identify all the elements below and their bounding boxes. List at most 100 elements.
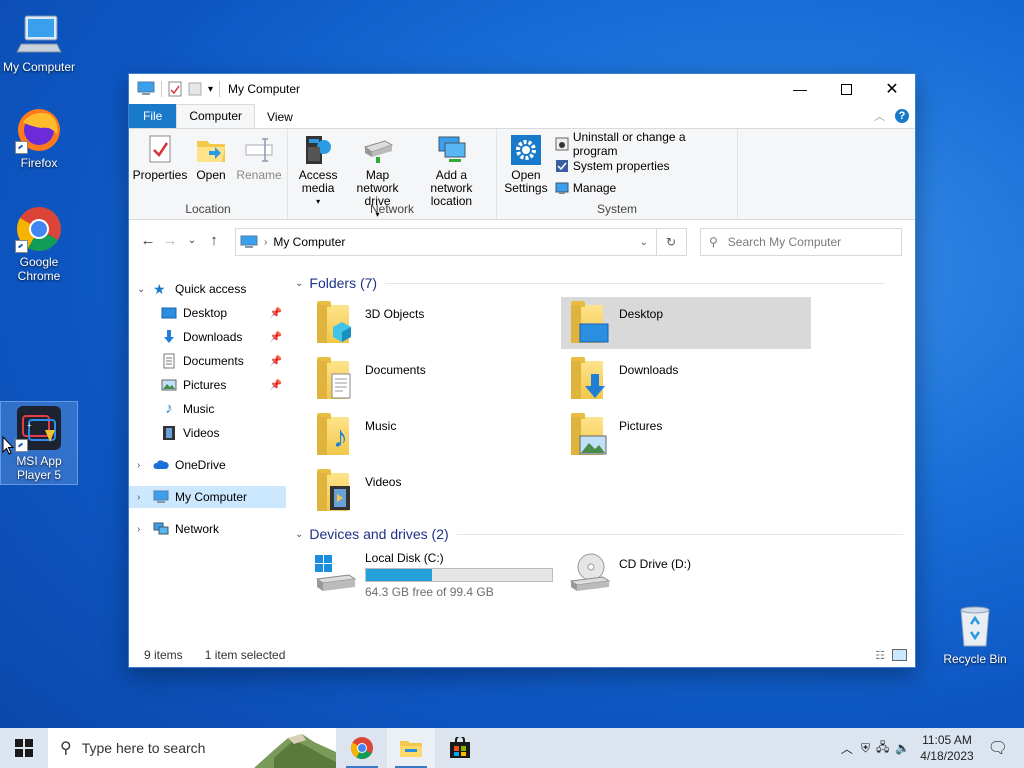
volume-icon[interactable]: 🔈 <box>895 741 910 755</box>
ribbon-group-label: Location <box>185 202 231 216</box>
folder-pictures[interactable]: Pictures <box>561 409 811 461</box>
navigation-pane: ⌄ ★ Quick access Desktop 📌 Downloads 📌 Doc… <box>129 278 287 638</box>
cd-drive-icon <box>567 551 611 595</box>
address-bar[interactable]: › My Computer ⌄ <box>235 228 657 256</box>
nav-quick-documents[interactable]: Documents 📌 <box>129 350 286 372</box>
up-button[interactable]: ↑ <box>203 232 225 249</box>
search-icon: ⚲ <box>709 235 718 249</box>
collapse-ribbon-icon[interactable]: ︿ <box>874 108 885 124</box>
media-server-icon <box>302 133 334 167</box>
uninstall-program-button[interactable]: Uninstall or change a program <box>555 130 733 158</box>
notification-icon[interactable]: 🗨 <box>988 738 1008 758</box>
clock[interactable]: 11:05 AM 4/18/2023 <box>920 732 973 764</box>
nav-quick-videos[interactable]: Videos <box>129 422 286 444</box>
taskbar-search[interactable]: ⚲ Type here to search <box>48 728 336 768</box>
show-hidden-icons-icon[interactable]: ︿ <box>841 740 853 757</box>
help-icon[interactable]: ? <box>895 109 909 123</box>
tab-file[interactable]: File <box>129 104 177 128</box>
folder-videos[interactable]: Videos <box>307 465 557 517</box>
recent-locations-button[interactable]: ⌄ <box>181 235 203 246</box>
manage-button[interactable]: Manage <box>555 177 733 199</box>
nav-quick-downloads[interactable]: Downloads 📌 <box>129 326 286 348</box>
taskbar-chrome[interactable] <box>338 728 386 768</box>
maximize-button[interactable] <box>823 74 869 104</box>
close-button[interactable]: ✕ <box>869 74 915 104</box>
folder-music[interactable]: ♪ Music <box>307 409 557 461</box>
windows-logo-icon <box>15 739 33 757</box>
desktop-icon-my-computer[interactable]: My Computer <box>1 10 77 74</box>
pin-icon: 📌 <box>269 307 282 319</box>
taskbar: ⚲ Type here to search ︿ ⛨ 🖧 🔈 11:05 AM 4… <box>0 728 1024 768</box>
collapse-chevron-icon: ⌄ <box>295 277 304 289</box>
breadcrumb-separator-icon: › <box>264 236 268 248</box>
section-folders[interactable]: ⌄ Folders (7) <box>295 275 886 291</box>
properties-icon[interactable] <box>168 81 182 97</box>
folder-videos-icon <box>313 469 357 513</box>
start-button[interactable] <box>0 728 48 768</box>
security-icon[interactable]: ⛨ <box>861 741 870 756</box>
drive-d[interactable]: CD Drive (D:) <box>561 547 811 603</box>
chrome-icon <box>351 737 373 759</box>
taskbar-store[interactable] <box>436 728 484 768</box>
video-film-icon <box>161 425 177 441</box>
firefox-icon <box>15 106 63 154</box>
system-properties-button[interactable]: System properties <box>555 155 733 177</box>
folder-3d-objects[interactable]: 3D Objects <box>307 297 557 349</box>
ribbon-tabs: File Computer View ︿ ? <box>129 104 915 129</box>
folder-documents-icon <box>313 357 357 401</box>
taskbar-file-explorer[interactable] <box>387 728 435 768</box>
title-bar: ▾ My Computer — ✕ <box>129 74 915 104</box>
folder-downloads[interactable]: Downloads <box>561 353 811 405</box>
file-explorer-window: ▾ My Computer — ✕ File Computer View ︿ ?… <box>129 74 915 667</box>
network-status-icon[interactable]: 🖧 <box>876 738 889 759</box>
system-tray: ︿ ⛨ 🖧 🔈 11:05 AM 4/18/2023 🗨 <box>841 728 1024 768</box>
large-icons-view-icon[interactable] <box>892 649 907 661</box>
computer-icon <box>137 81 155 95</box>
nav-onedrive[interactable]: › OneDrive <box>129 454 286 476</box>
breadcrumb-my-computer[interactable]: My Computer <box>273 235 345 249</box>
address-dropdown-icon[interactable]: ⌄ <box>640 237 648 248</box>
details-view-icon[interactable]: ☷ <box>875 649 885 662</box>
tab-computer[interactable]: Computer <box>176 104 256 128</box>
svg-text:+: + <box>27 421 32 430</box>
forward-button[interactable]: → <box>159 232 181 249</box>
network-icon <box>153 521 169 537</box>
refresh-button[interactable]: ↻ <box>656 228 687 256</box>
nav-quick-desktop[interactable]: Desktop 📌 <box>129 302 286 324</box>
folder-desktop-icon <box>567 301 611 345</box>
status-bar: 9 items 1 item selected ☷ <box>129 643 915 667</box>
tab-view[interactable]: View <box>255 106 305 128</box>
nav-quick-access[interactable]: ⌄ ★ Quick access <box>129 278 286 300</box>
nav-quick-pictures[interactable]: Pictures 📌 <box>129 374 286 396</box>
address-bar-row: ← → ⌄ ↑ › My Computer ⌄ ↻ ⚲ Search My Co… <box>129 220 915 260</box>
shortcut-arrow-icon <box>15 141 28 154</box>
nav-network[interactable]: › Network <box>129 518 286 540</box>
computer-icon <box>153 489 169 505</box>
computer-icon <box>15 10 63 58</box>
desktop-icon-firefox[interactable]: Firefox <box>1 106 77 170</box>
nav-quick-music[interactable]: ♪ Music <box>129 398 286 420</box>
search-box[interactable]: ⚲ Search My Computer <box>700 228 902 256</box>
chrome-icon <box>15 205 63 253</box>
desktop-icon-chrome[interactable]: Google Chrome <box>1 205 77 283</box>
uninstall-icon <box>555 137 569 151</box>
back-button[interactable]: ← <box>137 232 159 249</box>
drive-d-name: CD Drive (D:) <box>619 557 691 571</box>
folder-desktop[interactable]: Desktop <box>561 297 811 349</box>
desktop-icon-recycle-bin[interactable]: Recycle Bin <box>937 602 1013 666</box>
settings-gear-icon <box>510 133 542 167</box>
file-explorer-icon <box>400 741 422 757</box>
folder-documents[interactable]: Documents <box>307 353 557 405</box>
taskbar-search-placeholder: Type here to search <box>81 740 206 756</box>
section-devices[interactable]: ⌄ Devices and drives (2) <box>295 526 903 542</box>
minimize-button[interactable]: — <box>777 74 823 104</box>
drive-c-usage-fill <box>366 569 432 581</box>
toolbar-separator <box>161 81 162 97</box>
selected-count: 1 item selected <box>204 648 286 662</box>
cloud-icon <box>153 457 169 473</box>
drive-c[interactable]: Local Disk (C:) 64.3 GB free of 99.4 GB <box>307 547 557 603</box>
customize-toolbar-icon[interactable]: ▾ <box>208 84 213 95</box>
new-folder-icon[interactable] <box>188 81 202 97</box>
nav-my-computer[interactable]: › My Computer <box>129 486 286 508</box>
rename-icon <box>243 133 275 167</box>
